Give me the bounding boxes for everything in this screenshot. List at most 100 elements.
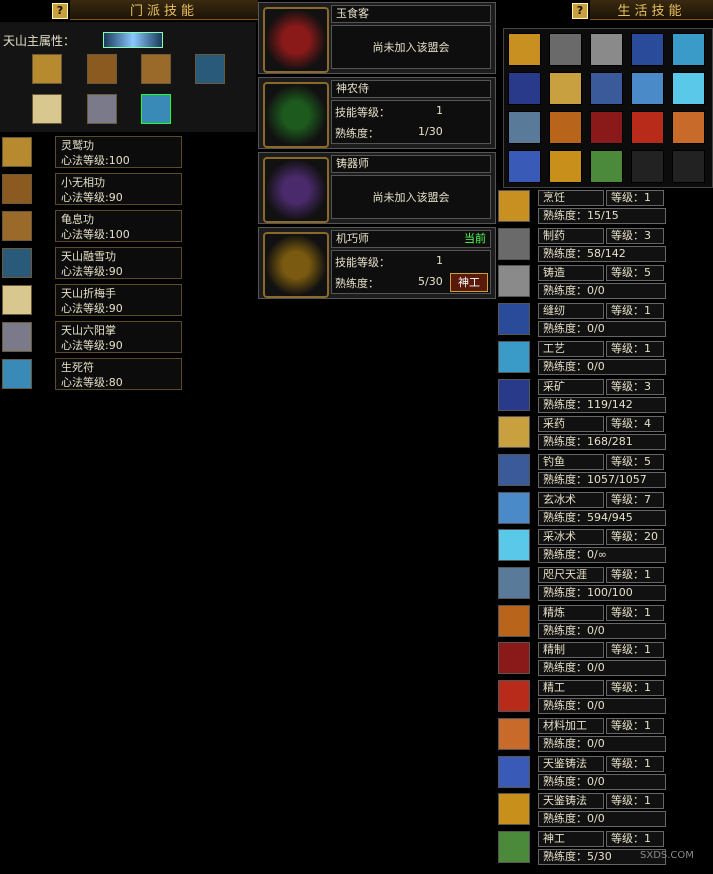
book-icon[interactable] [141,54,171,84]
life-skill-icon [498,416,530,449]
life-skill-grid-icon[interactable] [508,33,541,66]
guild-card[interactable]: 玉食客 尚未加入该盟会 [258,2,496,74]
sect-skill-row[interactable]: 灵鹫功 心法等级:100 [0,136,184,170]
life-skill-level: 等级：20 [606,529,664,546]
skill-level-label: 技能等级： [335,256,390,269]
sect-skill-level: 心法等级:90 [61,191,123,204]
life-skill-row[interactable]: 采冰术 等级：20 熟练度：0/∞ [498,527,670,565]
life-skill-icon [498,303,530,336]
life-skill-row[interactable]: 钓鱼 等级：5 熟练度：1057/1057 [498,452,670,490]
life-skill-proficiency: 熟练度：119/142 [538,396,666,413]
guild-card[interactable]: 机巧师 当前 技能等级： 1 熟练度： 5/30 神工 [258,227,496,299]
sect-skill-info: 天山六阳掌 心法等级:90 [55,321,182,353]
life-skill-name: 制药 [538,227,604,244]
sect-panel-title: 门派技能 [70,0,258,20]
life-skill-row[interactable]: 烹饪 等级：1 熟练度：15/15 [498,188,670,226]
book-icon[interactable] [2,211,32,241]
life-skill-row[interactable]: 神工 等级：1 熟练度：5/30 [498,829,670,867]
palm-book-icon[interactable] [87,94,117,124]
life-skill-grid-icon[interactable] [672,33,705,66]
proficiency-value: 1/30 [418,125,443,138]
life-skill-row[interactable]: 制药 等级：3 熟练度：58/142 [498,226,670,264]
palm-book-icon[interactable] [2,322,32,352]
ice-book-icon[interactable] [195,54,225,84]
life-skill-row[interactable]: 缝纫 等级：1 熟练度：0/0 [498,301,670,339]
life-skill-grid-icon[interactable] [590,111,623,144]
scroll-icon[interactable] [32,54,62,84]
life-skill-name: 玄冰术 [538,491,604,508]
life-skill-grid-icon[interactable] [590,72,623,105]
life-skill-grid-icon[interactable] [590,33,623,66]
sect-skill-row[interactable]: 天山六阳掌 心法等级:90 [0,321,184,355]
sect-skill-row[interactable]: 生死符 心法等级:80 [0,358,184,392]
proficiency-label: 熟练度： [335,127,379,140]
life-skill-grid-icon[interactable] [631,33,664,66]
guild-emblem-icon [263,232,329,298]
guild-status-box: 尚未加入该盟会 [331,25,491,69]
life-skill-grid-icon[interactable] [508,150,541,183]
ice-book-icon[interactable] [2,248,32,278]
life-skill-grid-icon[interactable] [549,150,582,183]
life-skill-icon [498,265,530,298]
life-skill-proficiency: 熟练度：1057/1057 [538,471,666,488]
guild-name: 铸器师 [336,157,369,170]
guild-card[interactable]: 铸器师 尚未加入该盟会 [258,152,496,224]
life-skill-grid-icon[interactable] [549,72,582,105]
guild-stats-box: 技能等级： 1 熟练度： 1/30 [331,100,491,144]
life-skill-proficiency: 熟练度：0/0 [538,358,666,375]
life-skill-row[interactable]: 天鉴铸法 等级：1 熟练度：0/0 [498,754,670,792]
life-skill-grid-icon[interactable] [672,72,705,105]
life-skill-grid-icon[interactable] [549,111,582,144]
sect-skill-level: 心法等级:90 [61,265,123,278]
life-skill-row[interactable]: 天鉴铸法 等级：1 熟练度：0/0 [498,791,670,829]
sect-skill-row[interactable]: 天山折梅手 心法等级:90 [0,284,184,318]
sect-skill-row[interactable]: 天山融雪功 心法等级:90 [0,247,184,281]
book-icon[interactable] [87,54,117,84]
guild-emblem-icon [263,157,329,223]
guild-name: 神农侍 [336,82,369,95]
guild-card[interactable]: 神农侍 技能等级： 1 熟练度： 1/30 [258,77,496,149]
life-help-icon[interactable]: ? [572,3,588,19]
book-icon[interactable] [2,174,32,204]
empty-slot[interactable] [631,150,664,183]
sect-skill-info: 灵鹫功 心法等级:100 [55,136,182,168]
life-skill-proficiency: 熟练度：0/0 [538,698,666,715]
life-skill-name: 采药 [538,416,604,433]
life-skill-proficiency: 熟练度：0/0 [538,283,666,300]
life-skill-row[interactable]: 咫尺天涯 等级：1 熟练度：100/100 [498,565,670,603]
scroll-icon[interactable] [2,137,32,167]
life-skill-row[interactable]: 材料加工 等级：1 熟练度：0/0 [498,716,670,754]
life-skill-row[interactable]: 采矿 等级：3 熟练度：119/142 [498,377,670,415]
life-skill-row[interactable]: 精炼 等级：1 熟练度：0/0 [498,603,670,641]
life-skill-row[interactable]: 精工 等级：1 熟练度：0/0 [498,678,670,716]
shengong-button[interactable]: 神工 [450,273,488,292]
empty-slot[interactable] [672,150,705,183]
life-skill-grid-icon[interactable] [549,33,582,66]
life-skill-icon [498,642,530,675]
life-skill-row[interactable]: 工艺 等级：1 熟练度：0/0 [498,339,670,377]
talisman-icon[interactable] [2,359,32,389]
sect-skill-name: 小无相功 [61,176,105,189]
life-skill-level: 等级：5 [606,453,664,470]
plum-scroll-icon[interactable] [2,285,32,315]
life-skill-row[interactable]: 采药 等级：4 熟练度：168/281 [498,414,670,452]
sect-skill-row[interactable]: 龟息功 心法等级:100 [0,210,184,244]
guild-emblem-icon [263,7,329,73]
life-skill-row[interactable]: 铸造 等级：5 熟练度：0/0 [498,263,670,301]
life-skill-name: 精工 [538,680,604,697]
life-skill-row[interactable]: 精制 等级：1 熟练度：0/0 [498,640,670,678]
life-skill-grid-icon[interactable] [672,111,705,144]
life-skill-level: 等级：4 [606,416,664,433]
sect-help-icon[interactable]: ? [52,3,68,19]
life-skill-grid-icon[interactable] [508,111,541,144]
life-skill-icon [498,378,530,411]
life-skill-level: 等级：3 [606,378,664,395]
life-skill-grid-icon[interactable] [590,150,623,183]
life-skill-grid-icon[interactable] [508,72,541,105]
sect-skill-row[interactable]: 小无相功心法等级:90 [0,173,184,207]
life-skill-grid-icon[interactable] [631,72,664,105]
life-skill-row[interactable]: 玄冰术 等级：7 熟练度：594/945 [498,490,670,528]
plum-scroll-icon[interactable] [32,94,62,124]
talisman-icon[interactable] [141,94,171,124]
life-skill-grid-icon[interactable] [631,111,664,144]
